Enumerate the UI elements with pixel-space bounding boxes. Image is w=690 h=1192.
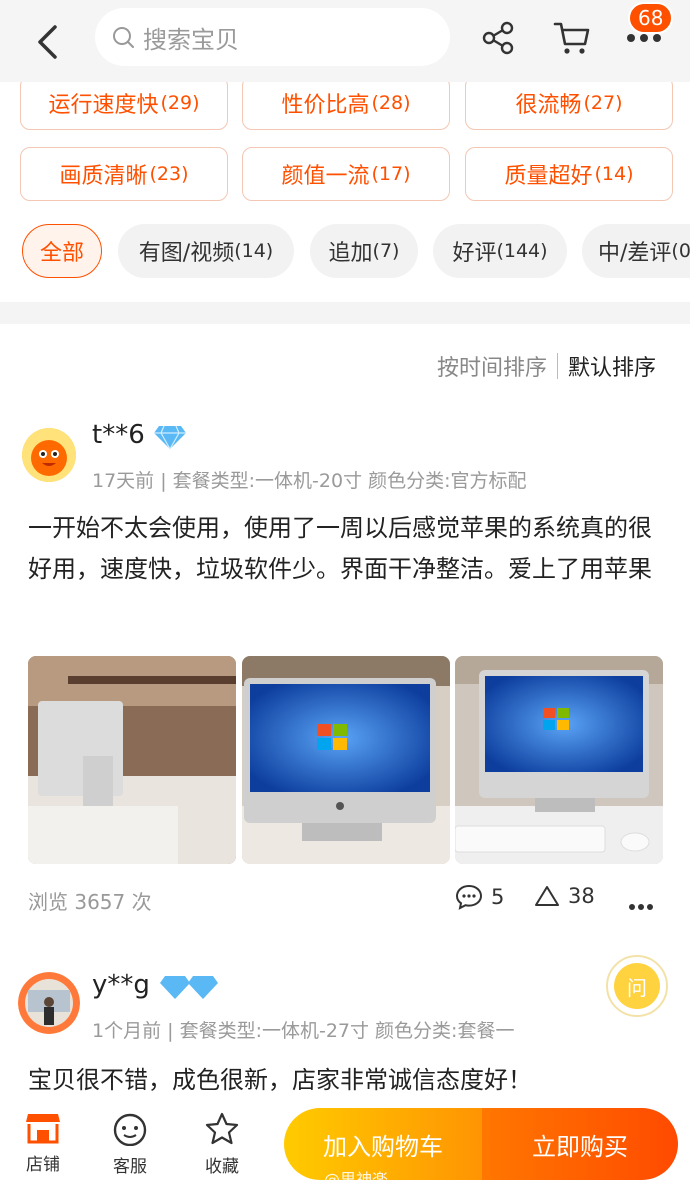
filter-count: (144): [496, 240, 548, 262]
tag-count: (23): [149, 163, 189, 185]
sort-separator: [556, 353, 558, 379]
tag-chip[interactable]: 颜值一流 (17): [242, 147, 450, 201]
service-tab[interactable]: 客服: [95, 1112, 165, 1177]
cart-button[interactable]: [550, 16, 594, 60]
filter-count: (0: [671, 240, 690, 262]
review-text: 一开始不太会使用，使用了一周以后感觉苹果的系统真的很好用，速度快，垃圾软件少。界…: [28, 514, 652, 583]
filter-label: 好评: [452, 241, 497, 266]
filter-label: 有图/视频: [138, 241, 235, 266]
store-tab[interactable]: 店铺: [8, 1112, 78, 1175]
filter-label: 全部: [39, 241, 84, 266]
sort-bar: 按时间排序 默认排序: [437, 350, 656, 382]
review-photo[interactable]: [455, 656, 663, 864]
filter-with-media[interactable]: 有图/视频 (14): [118, 224, 294, 278]
sort-default[interactable]: 默认排序: [568, 350, 656, 382]
tag-count: (27): [583, 92, 623, 114]
tag-label: 质量超好: [504, 164, 593, 189]
tag-count: (28): [371, 92, 411, 114]
add-cart-label: 加入购物车: [323, 1132, 443, 1161]
back-button[interactable]: [30, 22, 64, 62]
like-button[interactable]: 38: [534, 884, 595, 908]
review-photo[interactable]: [28, 656, 236, 864]
filter-count: (14): [234, 240, 274, 262]
filter-label: 中/差评: [598, 241, 672, 266]
more-icon[interactable]: [628, 896, 654, 915]
review-meta: 1个月前 | 套餐类型:一体机-27寸 颜色分类:套餐一: [92, 1020, 515, 1042]
watermark: @里神楽: [324, 1170, 389, 1189]
ask-label: 问: [614, 963, 660, 1009]
tag-chip[interactable]: 质量超好 (14): [465, 147, 673, 201]
favorite-tab[interactable]: 收藏: [187, 1112, 257, 1177]
tag-count: (17): [371, 163, 411, 185]
share-button[interactable]: [476, 16, 520, 60]
cart-badge: 68: [628, 2, 674, 34]
review-meta: 17天前 | 套餐类型:一体机-20寸 颜色分类:官方标配: [92, 470, 527, 492]
diamond-icon: [159, 974, 219, 1004]
like-count: 38: [568, 884, 595, 908]
buy-now-button[interactable]: 立即购买: [482, 1108, 678, 1180]
tag-label: 颜值一流: [281, 164, 370, 189]
review-photo[interactable]: [242, 656, 450, 864]
filter-all[interactable]: 全部: [22, 224, 102, 278]
tag-count: (14): [594, 163, 634, 185]
tag-label: 运行速度快: [48, 93, 159, 118]
reviewer-name: t**6: [92, 420, 145, 450]
store-icon: [26, 1114, 60, 1144]
diamond-icon: [153, 424, 187, 454]
comment-icon: [455, 884, 483, 910]
filter-neutral-negative[interactable]: 中/差评 (0: [582, 224, 690, 278]
tag-count: (29): [160, 92, 200, 114]
tag-chip[interactable]: 运行速度快 (29): [20, 76, 228, 130]
section-divider: [0, 302, 690, 324]
search-icon: [113, 27, 134, 48]
filter-count: (7): [372, 240, 400, 262]
store-label: 店铺: [26, 1155, 60, 1175]
sort-by-time[interactable]: 按时间排序: [437, 350, 547, 382]
tag-chip[interactable]: 性价比高 (28): [242, 76, 450, 130]
filter-append[interactable]: 追加 (7): [310, 224, 418, 278]
avatar[interactable]: [22, 428, 76, 482]
comment-count: 5: [491, 885, 505, 909]
avatar[interactable]: [18, 972, 80, 1034]
tag-chip[interactable]: 画质清晰 (23): [20, 147, 228, 201]
service-label: 客服: [113, 1157, 147, 1177]
tag-label: 画质清晰: [59, 164, 148, 189]
comment-button[interactable]: 5: [455, 884, 504, 910]
filter-positive[interactable]: 好评 (144): [433, 224, 567, 278]
tag-chip[interactable]: 很流畅 (27): [465, 76, 673, 130]
service-icon: [113, 1113, 147, 1146]
tag-label: 性价比高: [281, 93, 370, 118]
buy-now-label: 立即购买: [532, 1132, 628, 1161]
tag-label: 很流畅: [515, 93, 582, 118]
search-box[interactable]: 搜索宝贝: [95, 8, 450, 66]
favorite-label: 收藏: [205, 1157, 239, 1177]
like-icon: [535, 886, 559, 906]
view-count: 浏览 3657 次: [28, 890, 152, 914]
search-placeholder: 搜索宝贝: [143, 25, 239, 54]
filter-label: 追加: [328, 241, 373, 266]
reviewer-name: y**g: [92, 970, 150, 1000]
review-text: 宝贝很不错，成色很新，店家非常诚信态度好！: [28, 1066, 532, 1094]
star-icon: [205, 1112, 239, 1145]
ask-button[interactable]: 问: [606, 955, 668, 1017]
